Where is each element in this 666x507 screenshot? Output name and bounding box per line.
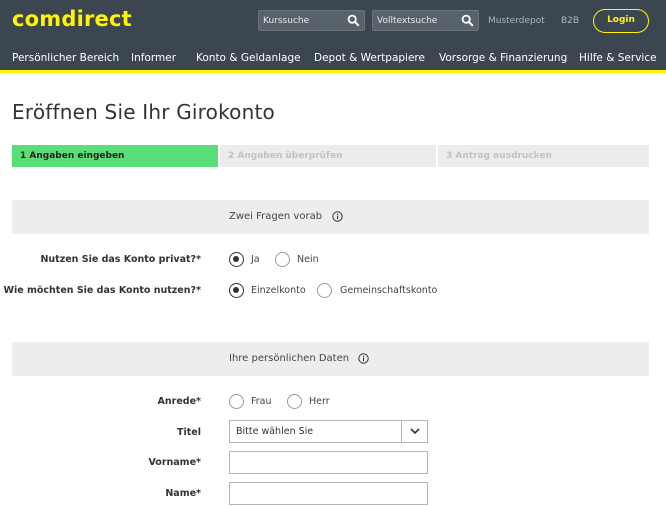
- nav-item-hilfe-service[interactable]: Hilfe & Service: [579, 52, 657, 64]
- search-icon[interactable]: [347, 14, 360, 27]
- step-3: 3 Antrag ausdrucken: [438, 145, 649, 167]
- b2b-link[interactable]: B2B: [561, 16, 579, 26]
- titel-select-button[interactable]: [401, 421, 427, 442]
- radio-ja-label[interactable]: Ja: [251, 254, 260, 265]
- vorname-input[interactable]: [229, 451, 428, 474]
- radio-einzelkonto[interactable]: [229, 283, 244, 298]
- comdirect-logo[interactable]: comdirect: [12, 7, 132, 31]
- info-icon[interactable]: [332, 211, 343, 222]
- anrede-label: Anrede*: [157, 396, 201, 407]
- musterdepot-link[interactable]: Musterdepot: [488, 16, 545, 26]
- radio-nein[interactable]: [275, 252, 290, 267]
- radio-frau[interactable]: [229, 394, 244, 409]
- chevron-down-icon: [410, 428, 420, 435]
- nav-item-depot-wertpapiere[interactable]: Depot & Wertpapiere: [314, 52, 425, 64]
- name-input[interactable]: [229, 482, 428, 505]
- section-header-persoenliche-daten: Ihre persönlichen Daten: [12, 342, 649, 376]
- search-icon[interactable]: [461, 14, 474, 27]
- nav-item-informer[interactable]: Informer: [131, 52, 176, 64]
- privat-question-label: Nutzen Sie das Konto privat?*: [40, 254, 201, 265]
- quote-search-box[interactable]: [258, 10, 365, 31]
- name-label: Name*: [165, 488, 201, 499]
- section-header-zwei-fragen: Zwei Fragen vorab: [12, 200, 649, 234]
- radio-einzelkonto-label[interactable]: Einzelkonto: [251, 285, 306, 296]
- radio-herr-label[interactable]: Herr: [309, 396, 330, 407]
- radio-herr[interactable]: [287, 394, 302, 409]
- section-title: Zwei Fragen vorab: [229, 211, 323, 222]
- page-title: Eröffnen Sie Ihr Girokonto: [12, 100, 275, 124]
- nav-item-vorsorge-finanzierung[interactable]: Vorsorge & Finanzierung: [439, 52, 567, 64]
- vorname-label: Vorname*: [148, 457, 201, 468]
- step-1: 1 Angaben eingeben: [12, 145, 218, 167]
- titel-select[interactable]: Bitte wählen Sie: [229, 420, 428, 443]
- radio-gemeinschaftskonto[interactable]: [317, 283, 332, 298]
- nav-item-konto-geldanlage[interactable]: Konto & Geldanlage: [196, 52, 301, 64]
- titel-select-value: Bitte wählen Sie: [236, 426, 314, 437]
- nav-item-persoenlicher-bereich[interactable]: Persönlicher Bereich: [12, 52, 119, 64]
- kontonutzung-question-label: Wie möchten Sie das Konto nutzen?*: [3, 285, 201, 296]
- radio-ja[interactable]: [229, 252, 244, 267]
- main-nav: Persönlicher Bereich Informer Konto & Ge…: [0, 43, 666, 73]
- login-button[interactable]: Login: [593, 9, 649, 33]
- top-bar: comdirect Musterdepot B2B Login: [0, 0, 666, 43]
- section-title: Ihre persönlichen Daten: [229, 353, 350, 364]
- radio-frau-label[interactable]: Frau: [251, 396, 272, 407]
- radio-gemeinschaftskonto-label[interactable]: Gemeinschaftskonto: [340, 285, 437, 296]
- info-icon[interactable]: [358, 353, 369, 364]
- fulltext-search-box[interactable]: [372, 10, 479, 31]
- radio-nein-label[interactable]: Nein: [297, 254, 319, 265]
- titel-label: Titel: [177, 427, 201, 438]
- step-2: 2 Angaben überprüfen: [220, 145, 436, 167]
